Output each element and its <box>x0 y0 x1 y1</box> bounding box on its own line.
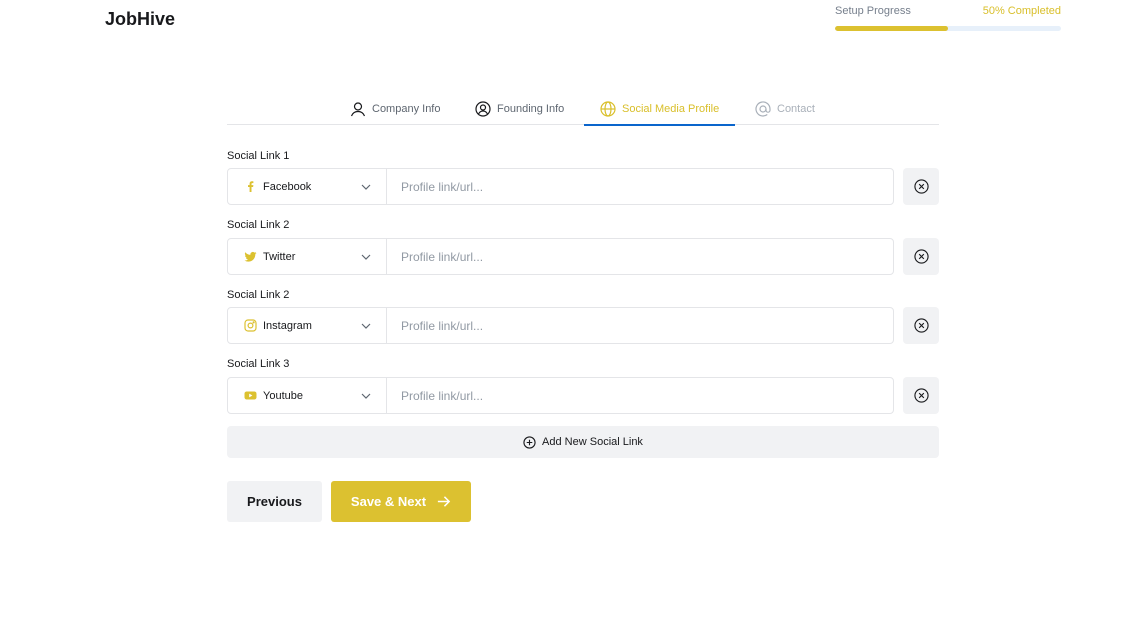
remove-link-button[interactable] <box>903 377 939 414</box>
profile-url-input[interactable] <box>387 239 893 274</box>
youtube-icon <box>244 389 257 402</box>
at-icon <box>755 101 771 117</box>
save-next-button[interactable]: Save & Next <box>331 481 471 522</box>
progress-percent: 50% Completed <box>982 5 1061 17</box>
platform-name: Youtube <box>263 389 303 402</box>
chevron-down-icon <box>361 393 371 399</box>
platform-name: Instagram <box>263 319 312 332</box>
progress-label: Setup Progress <box>835 5 911 17</box>
social-link-4-row: Youtube <box>227 377 939 414</box>
platform-select-youtube[interactable]: Youtube <box>228 378 387 413</box>
remove-link-button[interactable] <box>903 238 939 275</box>
platform-select-instagram[interactable]: Instagram <box>228 308 387 343</box>
tab-social-media-profile[interactable]: Social Media Profile <box>583 93 736 126</box>
globe-icon <box>600 101 616 117</box>
user-circle-icon <box>475 101 491 117</box>
plus-circle-icon <box>523 435 536 449</box>
tab-label: Company Info <box>372 103 441 115</box>
profile-url-input[interactable] <box>387 378 893 413</box>
social-link-1-label: Social Link 1 <box>227 150 290 162</box>
tab-label: Contact <box>777 103 815 115</box>
previous-button[interactable]: Previous <box>227 481 322 522</box>
brand-logo[interactable]: JobHive <box>105 9 175 30</box>
progress-fill <box>835 26 948 31</box>
arrow-right-icon <box>437 496 451 507</box>
tab-label: Social Media Profile <box>622 103 720 115</box>
chevron-down-icon <box>361 323 371 329</box>
social-link-1-row: Facebook <box>227 168 939 205</box>
close-circle-icon <box>913 318 929 333</box>
platform-select-twitter[interactable]: Twitter <box>228 239 387 274</box>
tab-founding-info[interactable]: Founding Info <box>475 93 564 125</box>
tab-label: Founding Info <box>497 103 565 115</box>
tab-contact[interactable]: Contact <box>755 93 815 125</box>
save-next-label: Save & Next <box>350 494 427 509</box>
instagram-icon <box>244 319 257 332</box>
social-link-2-label: Social Link 2 <box>227 219 290 231</box>
remove-link-button[interactable] <box>903 307 939 344</box>
platform-name: Twitter <box>263 250 296 263</box>
social-link-2-row: Twitter <box>227 238 939 275</box>
add-social-link-button[interactable]: Add New Social Link <box>227 426 939 458</box>
chevron-down-icon <box>361 184 371 190</box>
close-circle-icon <box>913 249 929 264</box>
tab-company-info[interactable]: Company Info <box>350 93 440 125</box>
remove-link-button[interactable] <box>903 168 939 205</box>
progress-track <box>835 26 1061 31</box>
twitter-icon <box>244 250 257 263</box>
platform-name: Facebook <box>263 180 312 193</box>
add-social-link-label: Add New Social Link <box>542 436 643 448</box>
profile-url-input[interactable] <box>387 169 893 204</box>
social-link-3-label: Social Link 2 <box>227 289 290 301</box>
social-link-4-label: Social Link 3 <box>227 358 290 370</box>
setup-tabs: Company Info Founding Info Social Media … <box>227 93 939 126</box>
close-circle-icon <box>913 388 929 403</box>
facebook-icon <box>244 180 257 193</box>
social-link-3-row: Instagram <box>227 307 939 344</box>
close-circle-icon <box>913 179 929 194</box>
user-icon <box>350 102 366 117</box>
profile-url-input[interactable] <box>387 308 893 343</box>
platform-select-facebook[interactable]: Facebook <box>228 169 387 204</box>
chevron-down-icon <box>361 254 371 260</box>
setup-progress: Setup Progress 50% Completed <box>835 5 1061 31</box>
